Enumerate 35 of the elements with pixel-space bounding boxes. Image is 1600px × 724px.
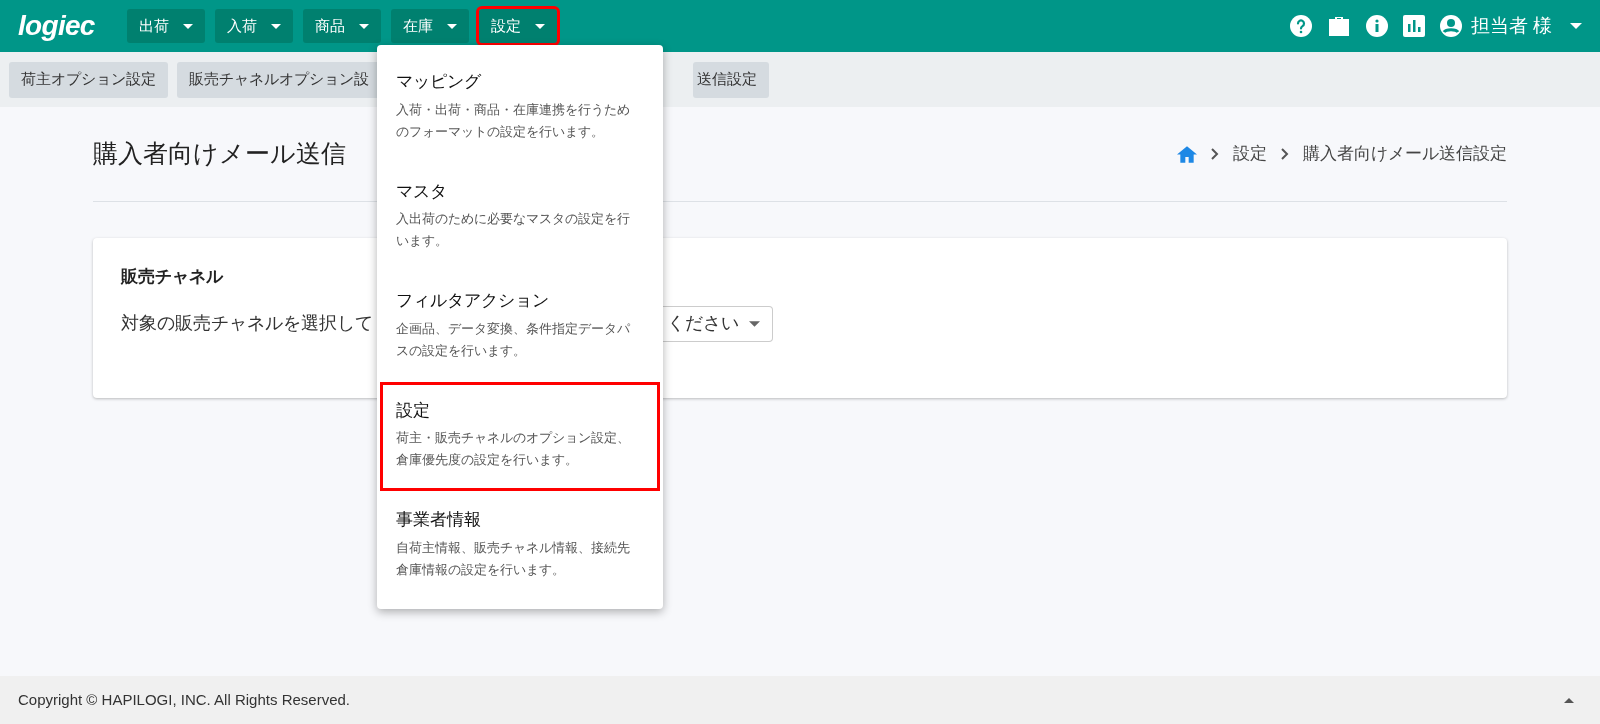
caret-icon bbox=[446, 23, 457, 29]
menu-item[interactable]: 設定 荷主・販売チャネルのオプション設定、倉庫優先度の設定を行います。 bbox=[380, 381, 660, 491]
breadcrumb-item: 購入者向けメール送信設定 bbox=[1303, 143, 1507, 166]
nav-menu-button[interactable]: 在庫 bbox=[390, 9, 469, 43]
caret-icon bbox=[534, 23, 545, 29]
scroll-up-icon[interactable] bbox=[1564, 697, 1574, 703]
card-heading: 販売チャネル bbox=[121, 266, 225, 288]
menu-item[interactable]: フィルタアクション 企画品、データ変換、条件指定データパスの設定を行います。 bbox=[380, 272, 660, 382]
briefcase-icon[interactable] bbox=[1326, 15, 1351, 37]
menu-item[interactable]: 事業者情報 自荷主情報、販売チャネル情報、接続先倉庫情報の設定を行います。 bbox=[380, 491, 660, 601]
logo[interactable]: logiec bbox=[18, 12, 95, 40]
caret-icon bbox=[358, 23, 369, 29]
page-title: 購入者向けメール送信 bbox=[93, 138, 346, 170]
nav-menu-button[interactable]: 設定 bbox=[478, 9, 557, 43]
caret-icon bbox=[182, 23, 193, 29]
nav-menu-button[interactable]: 出荷 bbox=[126, 9, 205, 43]
user-avatar-icon bbox=[1438, 14, 1463, 38]
menu-item[interactable]: マスタ 入出荷のために必要なマスタの設定を行います。 bbox=[380, 162, 660, 272]
nav-menu-button[interactable]: 入荷 bbox=[214, 9, 293, 43]
caret-icon bbox=[749, 320, 760, 327]
field-label: 対象の販売チャネルを選択して bbox=[121, 312, 373, 335]
user-menu-button[interactable]: 担当者 様 bbox=[1438, 11, 1582, 41]
copyright-text: Copyright © HAPILOGI, INC. All Rights Reserved. bbox=[18, 689, 350, 710]
chevron-right-icon bbox=[1281, 148, 1289, 160]
sub-nav-tab[interactable]: 荷主オプション設定 bbox=[9, 61, 168, 98]
info-icon[interactable] bbox=[1364, 14, 1389, 38]
chevron-right-icon bbox=[1211, 148, 1219, 160]
caret-icon bbox=[270, 23, 281, 29]
breadcrumb-item[interactable]: 設定 bbox=[1233, 141, 1267, 167]
home-icon[interactable] bbox=[1177, 145, 1197, 163]
sub-nav-tab[interactable]: 送信設定 bbox=[693, 61, 769, 98]
nav-menu-button[interactable]: 商品 bbox=[302, 9, 381, 43]
bar-chart-icon[interactable] bbox=[1402, 15, 1425, 37]
help-icon[interactable] bbox=[1288, 14, 1313, 38]
caret-icon bbox=[1570, 23, 1582, 29]
